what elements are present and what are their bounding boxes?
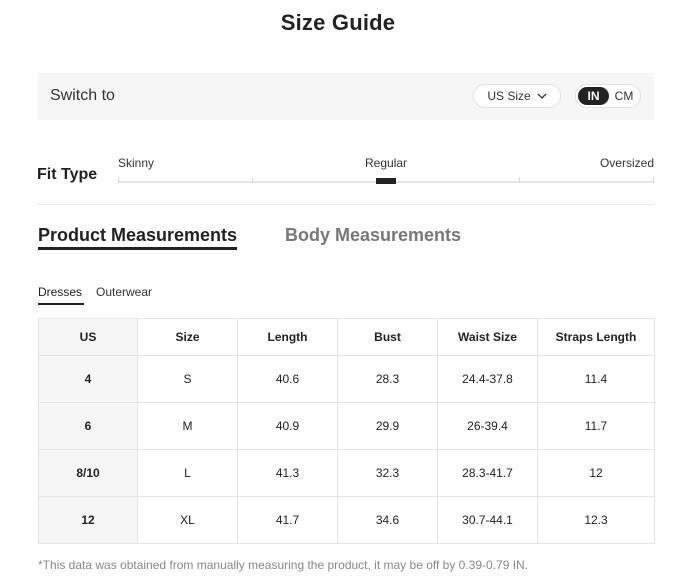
table-cell: 40.6 [237,355,338,403]
size-system-select[interactable]: US Size [473,84,561,108]
fit-option-regular: Regular [365,156,408,170]
table-row: 4 S 40.6 28.3 24.4-37.8 11.4 [38,355,655,403]
fit-scale-marker [376,178,396,184]
measurement-footnote: *This data was obtained from manually me… [38,558,529,572]
column-header: Waist Size [437,318,538,356]
active-subtab-indicator [38,303,84,305]
table-cell: 26-39.4 [437,402,538,450]
fit-scale-tick [653,177,654,183]
measurements-table: US Size Length Bust Waist Size Straps Le… [38,318,655,544]
unit-cm-button[interactable]: CM [611,87,637,105]
table-cell: 41.3 [237,449,338,497]
table-cell: S [137,355,238,403]
table-row: 8/10 L 41.3 32.3 28.3-41.7 12 [38,449,655,497]
unit-toggle: IN CM [575,84,641,108]
table-cell: 12.3 [537,496,655,544]
table-cell: 32.3 [337,449,438,497]
table-cell: 6 [38,402,138,450]
table-cell: 4 [38,355,138,403]
tab-body-measurements[interactable]: Body Measurements [285,225,461,246]
column-header: Straps Length [537,318,655,356]
fit-option-skinny: Skinny [118,156,155,170]
table-cell: 28.3 [337,355,438,403]
column-header: US [38,318,138,356]
column-header: Length [237,318,338,356]
table-cell: XL [137,496,238,544]
column-header: Size [137,318,238,356]
table-cell: L [137,449,238,497]
fit-type-label: Fit Type [37,166,98,183]
table-cell: 8/10 [38,449,138,497]
fit-scale-tick [519,177,520,183]
section-divider [38,204,654,205]
table-cell: 11.7 [537,402,655,450]
table-cell: M [137,402,238,450]
table-cell: 11.4 [537,355,655,403]
switch-label: Switch to [50,87,115,104]
tab-product-measurements[interactable]: Product Measurements [38,225,237,246]
table-cell: 34.6 [337,496,438,544]
chevron-down-icon [537,93,547,99]
fit-option-oversized: Oversized [599,156,654,170]
unit-switch-bar: Switch to US Size IN CM [38,73,654,120]
unit-in-button[interactable]: IN [578,87,609,105]
subtab-dresses[interactable]: Dresses [38,285,82,299]
fit-scale-tick [252,177,253,183]
table-cell: 12 [537,449,655,497]
subtab-outerwear[interactable]: Outerwear [96,285,152,299]
fit-scale-tick [118,177,119,183]
table-cell: 29.9 [337,402,438,450]
table-header-row: US Size Length Bust Waist Size Straps Le… [38,318,655,356]
table-cell: 41.7 [237,496,338,544]
active-tab-indicator [38,247,237,250]
table-cell: 28.3-41.7 [437,449,538,497]
table-row: 6 M 40.9 29.9 26-39.4 11.7 [38,402,655,450]
table-cell: 40.9 [237,402,338,450]
table-row: 12 XL 41.7 34.6 30.7-44.1 12.3 [38,496,655,544]
table-cell: 30.7-44.1 [437,496,538,544]
table-cell: 24.4-37.8 [437,355,538,403]
size-select-value: US Size [487,89,531,103]
table-cell: 12 [38,496,138,544]
column-header: Bust [337,318,438,356]
page-title: Size Guide [280,10,396,35]
